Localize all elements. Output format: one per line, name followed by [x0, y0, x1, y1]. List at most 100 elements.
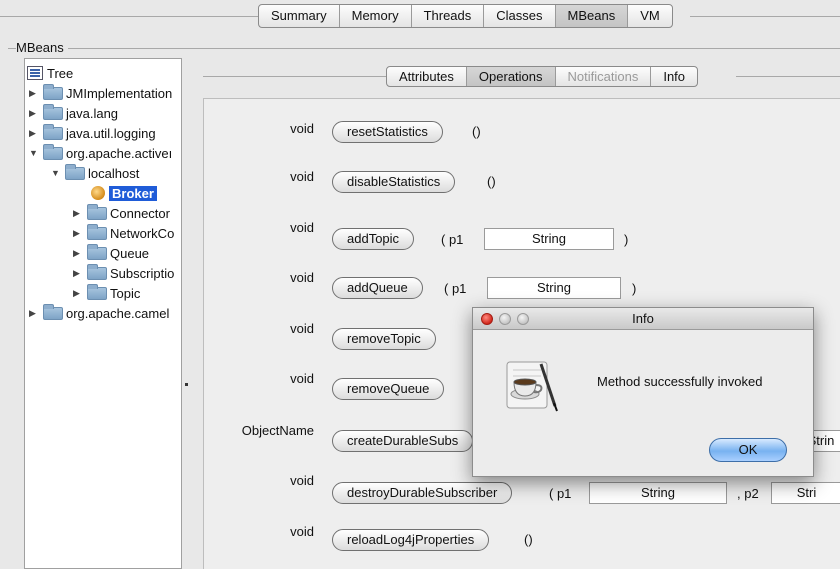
- return-type: void: [290, 473, 314, 488]
- return-type: void: [290, 321, 314, 336]
- expand-triangle-icon[interactable]: ▶: [73, 288, 83, 299]
- detail-tab-bar: Attributes Operations Notifications Info: [386, 66, 699, 87]
- add-topic-p1-field[interactable]: String: [484, 228, 614, 250]
- dialog-message: Method successfully invoked: [597, 374, 763, 389]
- tree-node-label: Broker: [109, 185, 157, 201]
- param-parens: (): [472, 124, 481, 139]
- tree-node-localhost[interactable]: ▼ localhost: [51, 163, 139, 183]
- remove-topic-button[interactable]: removeTopic: [332, 328, 436, 350]
- expand-triangle-icon[interactable]: ▶: [29, 308, 39, 319]
- param-label: , p2: [737, 486, 759, 501]
- tree-node-subscription[interactable]: ▶ Subscriptio: [73, 263, 174, 283]
- param-label: ( p1: [549, 486, 572, 501]
- tree-node-jmimplementation[interactable]: ▶ JMImplementation: [29, 83, 172, 103]
- detail-divider-right: [736, 76, 840, 77]
- tree-root[interactable]: Tree: [27, 63, 73, 83]
- tab-threads[interactable]: Threads: [412, 5, 485, 27]
- tree-node-label: Connector: [110, 205, 170, 221]
- destroy-durable-subscriber-p2-field[interactable]: Stri: [771, 482, 840, 504]
- expand-triangle-icon[interactable]: ▶: [73, 248, 83, 259]
- folder-icon: [43, 303, 63, 320]
- folder-icon: [43, 83, 63, 100]
- tree-node-label: JMImplementation: [66, 85, 173, 101]
- collapse-triangle-icon[interactable]: ▼: [29, 148, 39, 158]
- folder-icon: [43, 103, 63, 120]
- return-type: void: [290, 524, 314, 539]
- return-type: void: [290, 169, 314, 184]
- tree-node-label: Subscriptio: [110, 265, 175, 281]
- java-coffee-cup-icon: [506, 361, 558, 412]
- detail-divider-left: [203, 76, 386, 77]
- top-divider-left: [0, 16, 258, 17]
- dialog-titlebar[interactable]: Info: [473, 308, 813, 330]
- tab-memory[interactable]: Memory: [340, 5, 412, 27]
- add-topic-button[interactable]: addTopic: [332, 228, 415, 250]
- tab-vm[interactable]: VM: [628, 5, 672, 27]
- tree-node-label: Queue: [110, 245, 150, 261]
- tab-info[interactable]: Info: [651, 67, 697, 86]
- main-tab-bar: Summary Memory Threads Classes MBeans VM: [258, 4, 673, 28]
- add-queue-button[interactable]: addQueue: [332, 277, 423, 299]
- add-queue-p1-field[interactable]: String: [487, 277, 621, 299]
- remove-queue-button[interactable]: removeQueue: [332, 378, 445, 400]
- tab-summary[interactable]: Summary: [259, 5, 340, 27]
- tab-operations[interactable]: Operations: [466, 67, 556, 86]
- destroy-durable-subscriber-p1-field[interactable]: String: [589, 482, 727, 504]
- tree-node-broker[interactable]: Broker: [91, 183, 157, 203]
- tree-node-label: org.apache.activeı: [66, 145, 173, 161]
- reload-log4j-properties-button[interactable]: reloadLog4jProperties: [332, 529, 490, 551]
- tab-classes[interactable]: Classes: [484, 5, 556, 27]
- expand-triangle-icon[interactable]: ▶: [29, 88, 39, 99]
- param-label: ( p1: [444, 281, 467, 296]
- tree-node-connector[interactable]: ▶ Connector: [73, 203, 170, 223]
- tree-node-topic[interactable]: ▶ Topic: [73, 283, 140, 303]
- folder-icon: [87, 243, 107, 260]
- tab-attributes[interactable]: Attributes: [387, 67, 467, 86]
- tree-icon: [27, 66, 43, 80]
- tree-node-org-apache-camel[interactable]: ▶ org.apache.camel: [29, 303, 169, 323]
- param-parens: (): [487, 174, 496, 189]
- tree-node-queue[interactable]: ▶ Queue: [73, 243, 149, 263]
- reset-statistics-button[interactable]: resetStatistics: [332, 121, 443, 143]
- mbeans-group-label: MBeans: [16, 40, 68, 55]
- tab-mbeans[interactable]: MBeans: [555, 5, 629, 27]
- split-pane-handle[interactable]: [185, 383, 188, 386]
- folder-icon: [87, 283, 107, 300]
- folder-icon: [87, 223, 107, 240]
- tree-node-label: Topic: [110, 285, 141, 301]
- tree-node-java-lang[interactable]: ▶ java.lang: [29, 103, 118, 123]
- dialog-title: Info: [632, 311, 654, 326]
- folder-icon: [65, 163, 85, 180]
- folder-icon: [87, 263, 107, 280]
- tree-root-label: Tree: [47, 65, 74, 81]
- return-type: void: [290, 121, 314, 136]
- param-label: ( p1: [441, 232, 464, 247]
- tree-node-org-apache-activemq[interactable]: ▼ org.apache.activeı: [29, 143, 172, 163]
- param-parens: (): [524, 532, 533, 547]
- mbeans-group-border: [8, 48, 840, 49]
- tree-node-label: NetworkCo: [110, 225, 175, 241]
- ok-button[interactable]: OK: [709, 438, 787, 462]
- folder-icon: [43, 143, 63, 160]
- mbean-tree[interactable]: Tree ▶ JMImplementation ▶ java.lang ▶ ja…: [24, 58, 182, 569]
- disable-statistics-button[interactable]: disableStatistics: [332, 171, 456, 193]
- top-divider-right: [690, 16, 840, 17]
- return-type: ObjectName: [241, 423, 314, 438]
- expand-triangle-icon[interactable]: ▶: [73, 228, 83, 239]
- expand-triangle-icon[interactable]: ▶: [29, 128, 39, 139]
- expand-triangle-icon[interactable]: ▶: [73, 208, 83, 219]
- return-type: void: [290, 220, 314, 235]
- expand-triangle-icon[interactable]: ▶: [73, 268, 83, 279]
- info-dialog: Info Method successfully invoked OK: [472, 307, 814, 477]
- tree-node-label: java.util.logging: [66, 125, 156, 141]
- tree-node-java-util-logging[interactable]: ▶ java.util.logging: [29, 123, 156, 143]
- tree-node-label: localhost: [88, 165, 140, 181]
- tree-node-networkconnector[interactable]: ▶ NetworkCo: [73, 223, 174, 243]
- folder-icon: [43, 123, 63, 140]
- tree-node-label: java.lang: [66, 105, 119, 121]
- destroy-durable-subscriber-button[interactable]: destroyDurableSubscriber: [332, 482, 513, 504]
- collapse-triangle-icon[interactable]: ▼: [51, 168, 61, 178]
- create-durable-subscriber-button[interactable]: createDurableSubs: [332, 430, 474, 452]
- tree-node-label: org.apache.camel: [66, 305, 170, 321]
- expand-triangle-icon[interactable]: ▶: [29, 108, 39, 119]
